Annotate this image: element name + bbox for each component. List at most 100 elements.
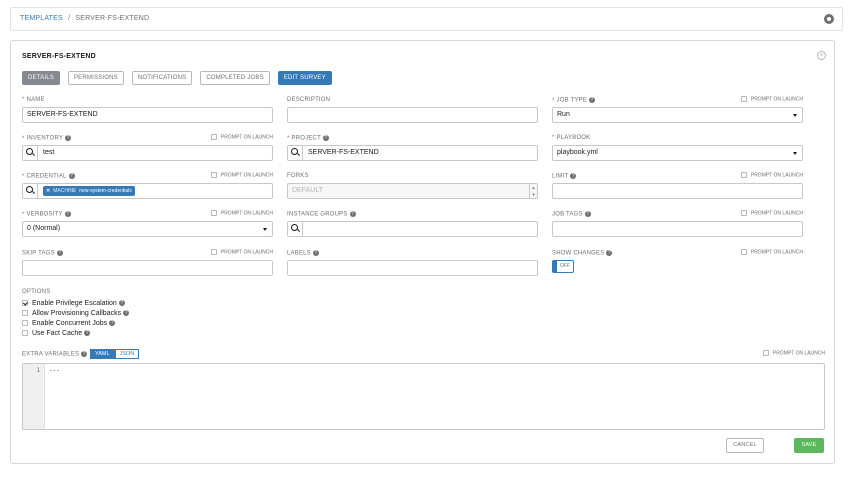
credential-name: new-system-credentials (79, 188, 132, 194)
prompt-on-launch-checkbox[interactable] (210, 134, 217, 140)
tab-details[interactable]: DETAILS (22, 71, 60, 85)
description-input[interactable] (287, 107, 538, 123)
tag-remove-icon[interactable]: ✕ (46, 188, 50, 194)
prompt-on-launch-checkbox[interactable] (740, 249, 747, 255)
prompt-on-launch-checkbox[interactable] (740, 210, 747, 216)
toggle-state: OFF (560, 263, 570, 269)
limit-input[interactable] (552, 183, 803, 199)
inventory-label: INVENTORY (26, 135, 64, 142)
breadcrumb-templates-link[interactable]: TEMPLATES (20, 15, 63, 22)
credential-label: CREDENTIAL (26, 173, 67, 180)
limit-label: LIMIT (552, 173, 569, 180)
prompt-on-launch-checkbox[interactable] (210, 210, 217, 216)
help-icon[interactable]: ? (322, 135, 329, 141)
help-icon[interactable]: ? (570, 173, 577, 179)
tab-permissions[interactable]: PERMISSIONS (67, 71, 124, 85)
project-lookup[interactable]: SERVER-FS-EXTEND (287, 145, 538, 161)
skip-tags-label: SKIP TAGS (22, 250, 55, 257)
help-icon[interactable]: ? (349, 211, 356, 217)
line-number: 1 (36, 367, 40, 374)
help-icon[interactable]: ? (81, 351, 88, 357)
prompt-on-launch-checkbox[interactable] (740, 172, 747, 178)
checkbox[interactable] (22, 320, 28, 327)
credential-tag: ✕ MACHINE new-system-credentials (43, 186, 135, 196)
verbosity-value: 0 (Normal) (27, 225, 61, 232)
description-label: DESCRIPTION (287, 97, 331, 103)
job-type-select[interactable]: Run (552, 107, 803, 123)
chevron-down-icon (793, 152, 797, 155)
playbook-value: playbook.yml (557, 149, 598, 156)
checkbox[interactable] (22, 330, 28, 337)
help-icon[interactable]: ? (118, 300, 125, 307)
skip-tags-input[interactable] (22, 260, 273, 276)
extra-variables-editor[interactable]: 1 --- (22, 363, 825, 430)
prompt-on-launch-label: PROMPT ON LAUNCH (750, 249, 803, 256)
checkbox[interactable] (22, 310, 28, 317)
prompt-on-launch-label: PROMPT ON LAUNCH (750, 172, 803, 179)
tab-notifications[interactable]: NOTIFICATIONS (131, 71, 193, 85)
prompt-on-launch-checkbox[interactable] (210, 172, 217, 178)
job-tags-input[interactable] (552, 221, 803, 237)
verbosity-select[interactable]: 0 (Normal) (22, 221, 273, 237)
inventory-lookup[interactable]: test (22, 145, 273, 161)
labels-input[interactable] (287, 260, 538, 276)
save-button[interactable]: SAVE (794, 438, 824, 453)
search-icon[interactable] (288, 222, 303, 236)
prompt-on-launch-checkbox[interactable] (762, 350, 769, 356)
forks-placeholder: DEFAULT (292, 187, 323, 194)
help-icon[interactable]: ? (68, 173, 75, 179)
option-concurrent-jobs[interactable]: Enable Concurrent Jobs? (22, 319, 129, 329)
help-icon[interactable]: ? (65, 135, 72, 141)
option-provisioning-callbacks[interactable]: Allow Provisioning Callbacks? (22, 309, 130, 319)
breadcrumb: TEMPLATES / SERVER-FS-EXTEND (20, 15, 149, 22)
prompt-on-launch-label: PROMPT ON LAUNCH (220, 249, 273, 256)
tab-bar: DETAILS PERMISSIONS NOTIFICATIONS COMPLE… (22, 71, 340, 85)
prompt-on-launch-checkbox[interactable] (210, 249, 217, 255)
job-template-panel: SERVER-FS-EXTEND × DETAILS PERMISSIONS N… (10, 40, 835, 464)
option-privilege-escalation[interactable]: Enable Privilege Escalation? (22, 299, 129, 309)
help-icon[interactable]: ? (584, 211, 591, 217)
name-label: NAME (26, 97, 45, 103)
cancel-button[interactable]: CANCEL (726, 438, 764, 453)
checkbox[interactable] (22, 300, 28, 307)
prompt-on-launch-label: PROMPT ON LAUNCH (750, 210, 803, 217)
help-icon[interactable]: ? (109, 320, 116, 327)
search-icon[interactable] (23, 184, 38, 198)
prompt-on-launch-label: PROMPT ON LAUNCH (220, 210, 273, 217)
search-icon[interactable] (288, 146, 303, 160)
yaml-toggle[interactable]: YAML (90, 349, 115, 359)
search-icon[interactable] (23, 146, 38, 160)
help-icon[interactable]: ? (84, 330, 91, 337)
project-label: PROJECT (291, 135, 321, 142)
json-toggle[interactable]: JSON (114, 349, 140, 359)
credential-type: MACHINE (53, 188, 77, 194)
show-changes-label: SHOW CHANGES (552, 250, 605, 257)
breadcrumb-bar: TEMPLATES / SERVER-FS-EXTEND (10, 7, 843, 31)
playbook-select[interactable]: playbook.yml (552, 145, 803, 161)
stepper-icon[interactable]: ▲ ▼ (529, 184, 537, 198)
breadcrumb-current: SERVER-FS-EXTEND (75, 15, 150, 22)
verbosity-label: VERBOSITY (26, 211, 63, 218)
prompt-on-launch-checkbox[interactable] (740, 96, 747, 102)
help-icon[interactable]: ? (606, 250, 613, 256)
show-changes-toggle[interactable]: OFF (552, 260, 574, 273)
option-fact-cache[interactable]: Use Fact Cache? (22, 329, 129, 339)
name-input[interactable]: SERVER-FS-EXTEND (22, 107, 273, 123)
forks-input[interactable]: DEFAULT ▲ ▼ (287, 183, 538, 199)
credential-lookup[interactable]: ✕ MACHINE new-system-credentials (22, 183, 273, 199)
prompt-on-launch-label: PROMPT ON LAUNCH (220, 134, 273, 141)
edit-survey-button[interactable]: EDIT SURVEY (277, 71, 332, 85)
close-icon[interactable]: × (817, 51, 826, 60)
tab-completed-jobs[interactable]: COMPLETED JOBS (200, 71, 270, 85)
instance-groups-lookup[interactable] (287, 221, 538, 237)
help-icon[interactable]: ? (123, 310, 130, 317)
extra-variables-label: EXTRA VARIABLES (22, 351, 80, 358)
options-group: OPTIONS Enable Privilege Escalation? All… (22, 289, 130, 339)
gear-icon[interactable] (824, 14, 834, 24)
help-icon[interactable]: ? (312, 250, 319, 256)
line-gutter: 1 (23, 364, 45, 429)
help-icon[interactable]: ? (589, 97, 596, 103)
format-toggle: YAML JSON (90, 349, 140, 359)
help-icon[interactable]: ? (56, 250, 63, 256)
help-icon[interactable]: ? (64, 211, 71, 217)
